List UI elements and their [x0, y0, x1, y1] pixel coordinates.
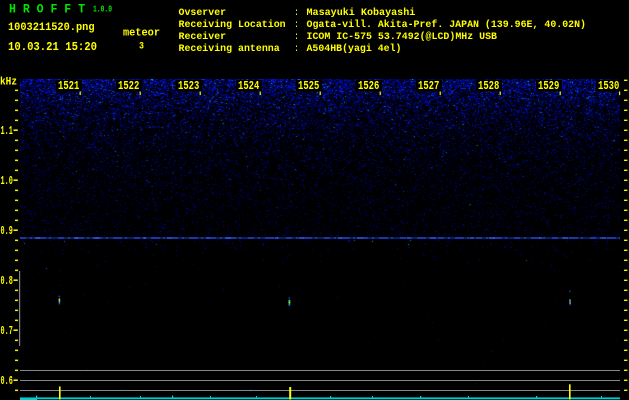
- svg-text:Receiving antenna: Receiving antenna: [179, 43, 280, 55]
- svg-text:Ovserver: Ovserver: [179, 7, 227, 19]
- svg-text:0.8: 0.8: [1, 274, 13, 288]
- svg-text:1525: 1525: [298, 80, 319, 93]
- svg-text:10.03.21 15:20: 10.03.21 15:20: [8, 41, 97, 54]
- svg-text:1526: 1526: [358, 80, 379, 93]
- svg-text:Receiving Location: Receiving Location: [179, 19, 286, 31]
- svg-text:1003211520.png: 1003211520.png: [8, 22, 95, 34]
- svg-text:H R O F F T: H R O F F T: [9, 2, 85, 17]
- svg-text::: :: [295, 31, 299, 43]
- svg-text:1530: 1530: [598, 80, 619, 93]
- svg-text:1.0: 1.0: [1, 174, 13, 188]
- svg-text:1522: 1522: [118, 80, 139, 93]
- svg-text:ICOM IC-575 53.7492(@LCD)MHz U: ICOM IC-575 53.7492(@LCD)MHz USB: [307, 31, 498, 43]
- svg-text:1.1: 1.1: [1, 124, 13, 138]
- svg-text::: :: [295, 19, 299, 31]
- svg-text:A504HB(yagi 4el): A504HB(yagi 4el): [307, 43, 402, 55]
- svg-text:kHz: kHz: [0, 77, 17, 89]
- svg-text:0.6: 0.6: [1, 374, 13, 388]
- svg-text:1527: 1527: [418, 80, 439, 93]
- svg-text:meteor: meteor: [123, 28, 160, 40]
- svg-text:1528: 1528: [478, 80, 499, 93]
- svg-text:Ogata-vill. Akita-Pref. JAPAN: Ogata-vill. Akita-Pref. JAPAN (139.96E, …: [307, 19, 587, 31]
- svg-text:1521: 1521: [58, 80, 79, 93]
- svg-text::: :: [295, 43, 299, 55]
- svg-text:1529: 1529: [538, 80, 559, 93]
- svg-text:3: 3: [139, 42, 144, 53]
- svg-text:0.9: 0.9: [1, 224, 13, 238]
- svg-text:1523: 1523: [178, 80, 199, 93]
- svg-text:1524: 1524: [238, 80, 259, 93]
- svg-text::: :: [295, 7, 299, 19]
- svg-text:Receiver: Receiver: [179, 31, 227, 43]
- svg-text:0.7: 0.7: [1, 324, 13, 338]
- svg-text:Masayuki Kobayashi: Masayuki Kobayashi: [307, 7, 416, 19]
- svg-text:1.0.0: 1.0.0: [93, 3, 112, 14]
